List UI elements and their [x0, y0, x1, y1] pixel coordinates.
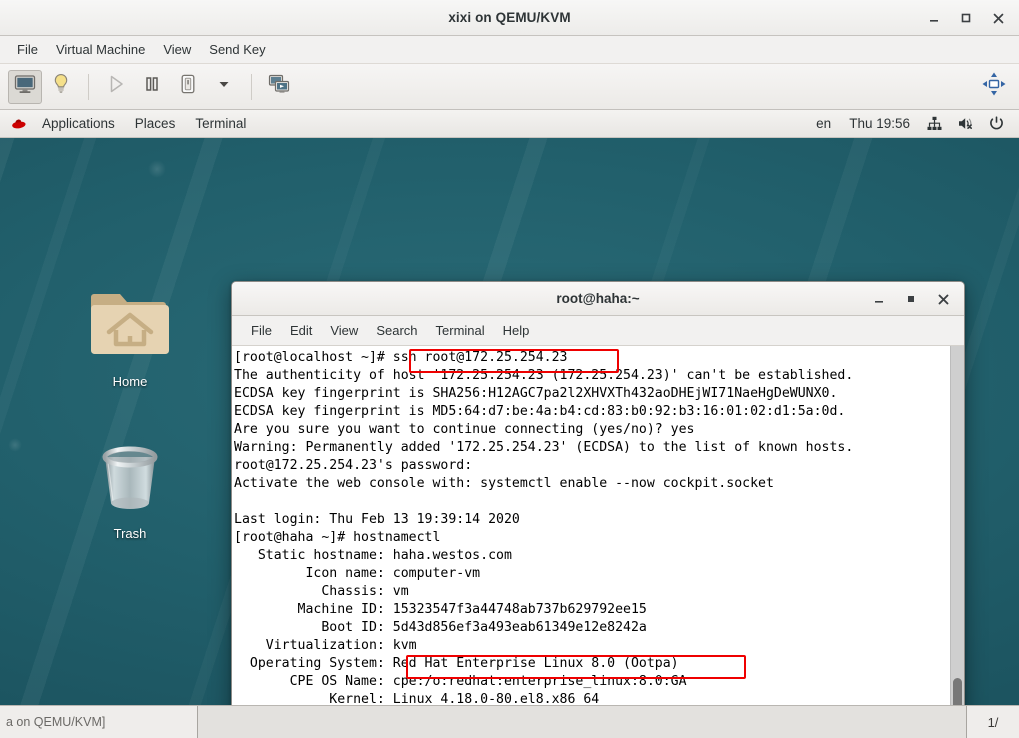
virt-manager-window: xixi on QEMU/KVM File Virtual Machine Vi… [0, 0, 1019, 738]
snapshot-icon [267, 72, 291, 101]
terminal-line: The authenticity of host '172.25.254.23 … [234, 368, 854, 383]
shutdown-options-dropdown[interactable] [207, 70, 241, 104]
home-folder-icon [83, 285, 177, 368]
terminal-line: Warning: Permanently added '172.25.254.2… [234, 440, 854, 455]
terminal-title: root@haha:~ [556, 291, 640, 306]
menu-file[interactable]: File [8, 38, 47, 61]
menu-send-key[interactable]: Send Key [200, 38, 274, 61]
vm-window-title: xixi on QEMU/KVM [448, 10, 571, 25]
vm-window-titlebar: xixi on QEMU/KVM [0, 0, 1019, 36]
gnome-menu-terminal[interactable]: Terminal [185, 114, 256, 133]
toolbar-separator-1 [88, 73, 89, 100]
terminal-line: Are you sure you want to continue connec… [234, 422, 695, 437]
terminal-titlebar: root@haha:~ [232, 282, 964, 316]
taskbar-empty-area [198, 706, 966, 738]
terminal-menu-help[interactable]: Help [494, 319, 539, 342]
terminal-line: Operating System: Red Hat Enterprise Lin… [234, 656, 679, 671]
clock[interactable]: Thu 19:56 [842, 114, 917, 133]
terminal-menu-view[interactable]: View [321, 319, 367, 342]
maximize-button[interactable] [896, 285, 926, 313]
desktop-icon-label: Trash [113, 526, 147, 541]
gnome-top-panel: Applications Places Terminal en Thu 19:5… [0, 110, 1019, 138]
run-vm-button[interactable] [99, 70, 133, 104]
terminal-line: Chassis: vm [234, 584, 409, 599]
guest-console-screen[interactable]: Applications Places Terminal en Thu 19:5… [0, 110, 1019, 705]
chevron-down-icon [216, 76, 232, 97]
pause-vm-button[interactable] [135, 70, 169, 104]
terminal-body[interactable]: [root@localhost ~]# ssh root@172.25.254.… [232, 346, 964, 705]
gnome-menu-places[interactable]: Places [125, 114, 186, 133]
menu-view[interactable]: View [154, 38, 200, 61]
terminal-line: Boot ID: 5d43d856ef3a493eab61349e12e8242… [234, 620, 647, 635]
terminal-output[interactable]: [root@localhost ~]# ssh root@172.25.254.… [232, 346, 950, 705]
terminal-line: CPE OS Name: cpe:/o:redhat:enterprise_li… [234, 674, 687, 689]
desktop-icon-trash[interactable]: Trash [74, 437, 186, 541]
terminal-line: Activate the web console with: systemctl… [234, 476, 774, 491]
terminal-scrollbar-thumb[interactable] [953, 678, 962, 705]
terminal-line: ECDSA key fingerprint is MD5:64:d7:be:4a… [234, 404, 846, 419]
terminal-line: [root@localhost ~]# ssh root@172.25.254.… [234, 350, 568, 365]
terminal-line: root@172.25.254.23's password: [234, 458, 473, 473]
resize-arrows-icon [981, 71, 1007, 102]
host-taskbar: a on QEMU/KVM] 1/ [0, 705, 1019, 738]
trash-icon [87, 437, 173, 520]
vm-menubar: File Virtual Machine View Send Key [0, 36, 1019, 64]
network-wired-icon[interactable] [921, 115, 948, 132]
terminal-scrollbar[interactable] [950, 346, 964, 705]
lightbulb-icon [49, 72, 73, 101]
terminal-line: Kernel: Linux 4.18.0-80.el8.x86_64 [234, 692, 600, 705]
vm-window-controls [919, 0, 1013, 36]
terminal-line: Virtualization: kvm [234, 638, 417, 653]
terminal-line: Last login: Thu Feb 13 19:39:14 2020 [234, 512, 520, 527]
menu-virtual-machine[interactable]: Virtual Machine [47, 38, 154, 61]
power-icon[interactable] [984, 115, 1011, 132]
terminal-window[interactable]: root@haha:~ File Edit View Search Termin… [231, 281, 965, 705]
desktop-icon-home[interactable]: Home [74, 285, 186, 389]
terminal-line: Static hostname: haha.westos.com [234, 548, 512, 563]
desktop-icon-label: Home [112, 374, 148, 389]
terminal-menu-edit[interactable]: Edit [281, 319, 321, 342]
pause-icon [140, 72, 164, 101]
terminal-line: Icon name: computer-vm [234, 566, 481, 581]
take-snapshot-button[interactable] [262, 70, 296, 104]
terminal-line: [root@haha ~]# hostnamectl [234, 530, 441, 545]
play-icon [104, 72, 128, 101]
terminal-line: ECDSA key fingerprint is SHA256:H12AGC7p… [234, 386, 838, 401]
vm-toolbar [0, 64, 1019, 110]
monitor-icon [13, 72, 37, 101]
terminal-menubar: File Edit View Search Terminal Help [232, 316, 964, 346]
toolbar-separator-2 [251, 73, 252, 100]
redhat-logo-icon [8, 115, 32, 133]
minimize-button[interactable] [919, 4, 949, 32]
terminal-line: Machine ID: 15323547f3a44748ab737b629792… [234, 602, 647, 617]
terminal-window-controls [864, 282, 958, 316]
terminal-menu-search[interactable]: Search [367, 319, 426, 342]
power-icon [176, 72, 200, 101]
keyboard-layout-indicator[interactable]: en [809, 114, 838, 133]
terminal-menu-file[interactable]: File [242, 319, 281, 342]
console-view-toggle[interactable] [8, 69, 42, 104]
fullscreen-resize-button[interactable] [977, 70, 1011, 104]
shutdown-vm-button[interactable] [171, 70, 205, 104]
taskbar-window-button[interactable]: a on QEMU/KVM] [0, 706, 198, 738]
close-button[interactable] [928, 285, 958, 313]
terminal-menu-terminal[interactable]: Terminal [427, 319, 494, 342]
minimize-button[interactable] [864, 285, 894, 313]
gnome-panel-status-area: en Thu 19:56 [809, 114, 1011, 133]
volume-muted-icon[interactable] [952, 115, 980, 132]
maximize-button[interactable] [951, 4, 981, 32]
details-view-toggle[interactable] [44, 70, 78, 104]
gnome-menu-applications[interactable]: Applications [32, 114, 125, 133]
taskbar-workspace-count[interactable]: 1/ [966, 706, 1019, 738]
close-button[interactable] [983, 4, 1013, 32]
